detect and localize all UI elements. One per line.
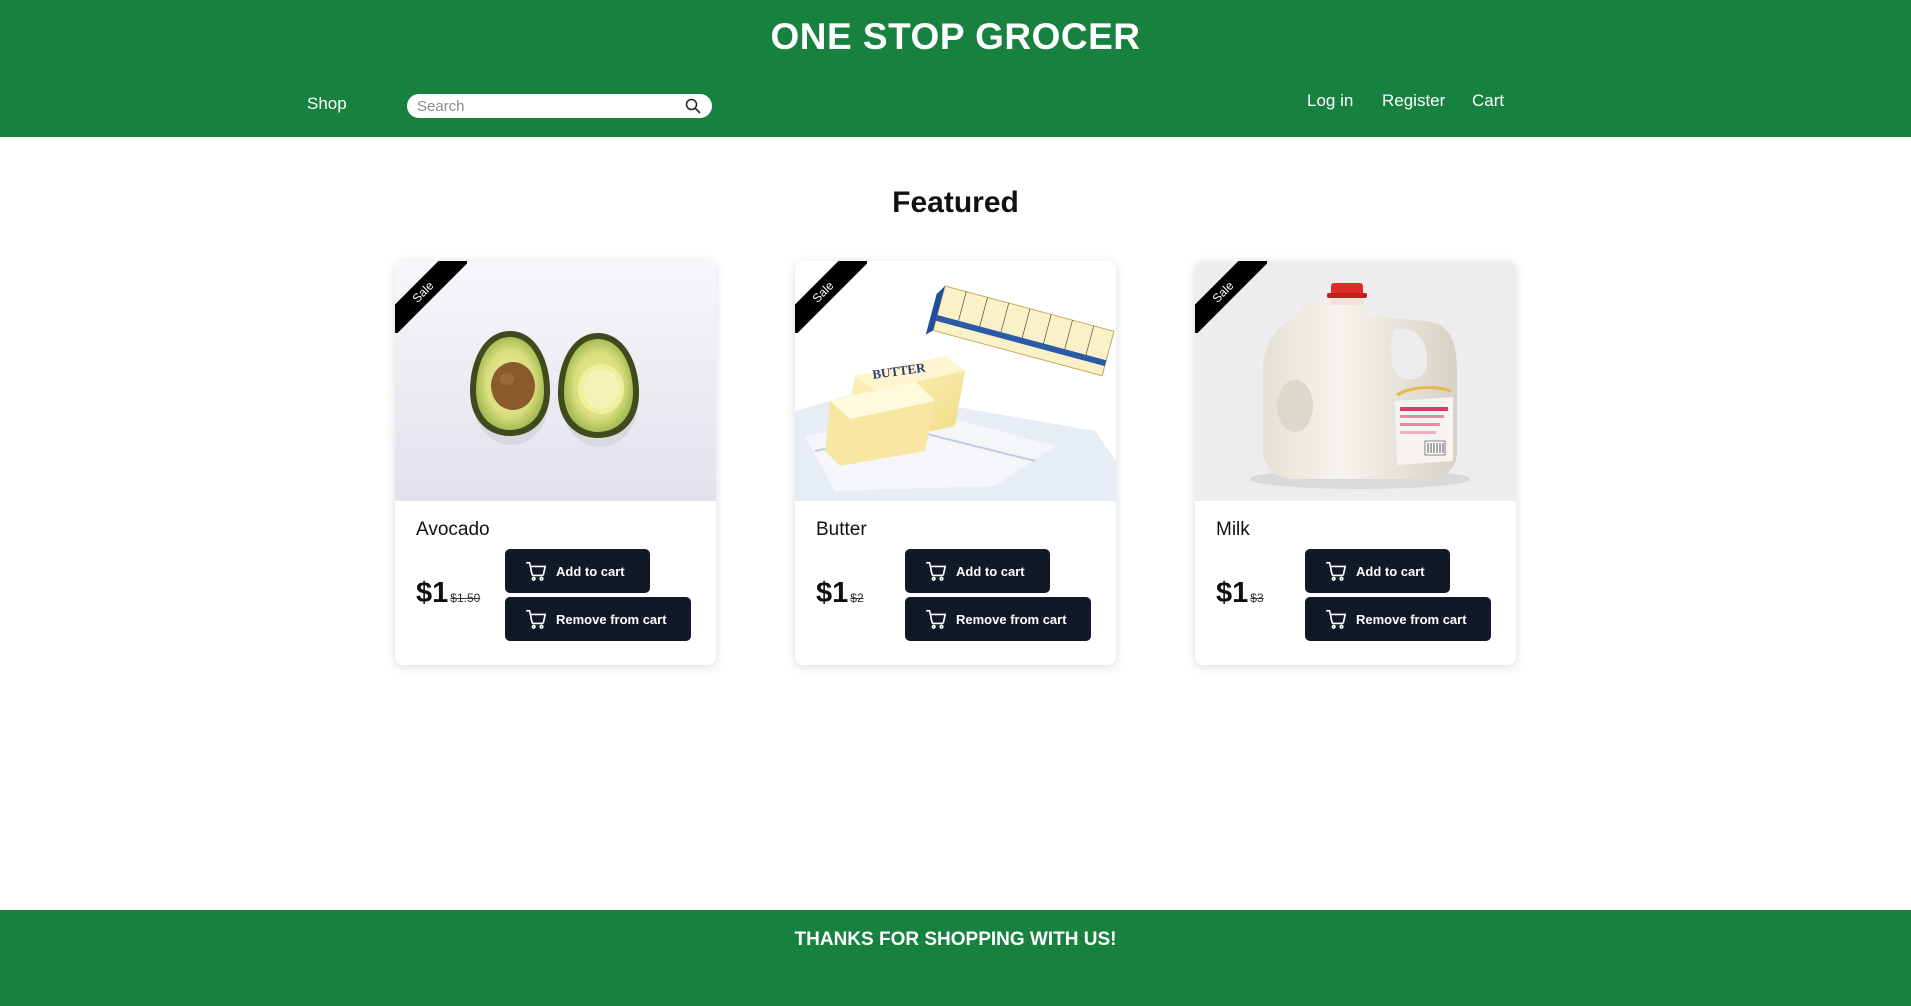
sale-label: Sale (395, 261, 467, 333)
nav-register-link[interactable]: Register (1382, 91, 1445, 111)
add-to-cart-button[interactable]: Add to cart (505, 549, 650, 593)
add-to-cart-button[interactable]: Add to cart (1305, 549, 1450, 593)
cart-icon (525, 608, 547, 630)
product-price: $1 $2 (816, 577, 864, 610)
product-name: Milk (1216, 519, 1250, 540)
product-price: $1 $1.50 (416, 577, 480, 610)
cart-icon (525, 560, 547, 582)
cart-icon (925, 608, 947, 630)
cart-icon (925, 560, 947, 582)
add-to-cart-label: Add to cart (956, 563, 1025, 579)
add-to-cart-button[interactable]: Add to cart (905, 549, 1050, 593)
footer-message: THANKS FOR SHOPPING WITH US! (794, 929, 1117, 950)
cart-icon (1325, 560, 1347, 582)
sale-label: Sale (1195, 261, 1267, 333)
sale-price: $1 (1216, 577, 1249, 609)
product-name: Butter (816, 519, 867, 540)
site-title[interactable]: ONE STOP GROCER (0, 16, 1911, 58)
product-card-butter: BUTTER Sale Butter $1 $2 Add to cart Rem… (795, 261, 1116, 665)
sale-ribbon: Sale (795, 261, 867, 333)
site-footer: THANKS FOR SHOPPING WITH US! (0, 910, 1911, 1006)
add-to-cart-label: Add to cart (1356, 563, 1425, 579)
remove-from-cart-label: Remove from cart (956, 611, 1067, 627)
original-price: $1.50 (450, 591, 481, 605)
search-input[interactable] (417, 97, 684, 115)
original-price: $2 (850, 591, 864, 605)
site-header: ONE STOP GROCER Shop Log in Register Car… (0, 0, 1911, 137)
remove-from-cart-button[interactable]: Remove from cart (505, 597, 691, 641)
remove-from-cart-label: Remove from cart (556, 611, 667, 627)
nav-login-link[interactable]: Log in (1307, 91, 1353, 111)
add-to-cart-label: Add to cart (556, 563, 625, 579)
search-bar[interactable] (407, 94, 712, 118)
product-name: Avocado (416, 519, 490, 540)
nav-cart-link[interactable]: Cart (1472, 91, 1504, 111)
sale-price: $1 (416, 577, 449, 609)
sale-ribbon: Sale (1195, 261, 1267, 333)
sale-ribbon: Sale (395, 261, 467, 333)
nav-shop-link[interactable]: Shop (307, 94, 347, 114)
original-price: $3 (1250, 591, 1264, 605)
remove-from-cart-button[interactable]: Remove from cart (1305, 597, 1491, 641)
remove-from-cart-label: Remove from cart (1356, 611, 1467, 627)
featured-heading: Featured (892, 186, 1019, 219)
product-card-milk: Sale Milk $1 $3 Add to cart Remove from … (1195, 261, 1516, 665)
sale-price: $1 (816, 577, 849, 609)
remove-from-cart-button[interactable]: Remove from cart (905, 597, 1091, 641)
sale-label: Sale (795, 261, 867, 333)
cart-icon (1325, 608, 1347, 630)
product-price: $1 $3 (1216, 577, 1264, 610)
search-icon[interactable] (684, 97, 702, 115)
product-card-avocado: Sale Avocado $1 $1.50 Add to cart Remove… (395, 261, 716, 665)
